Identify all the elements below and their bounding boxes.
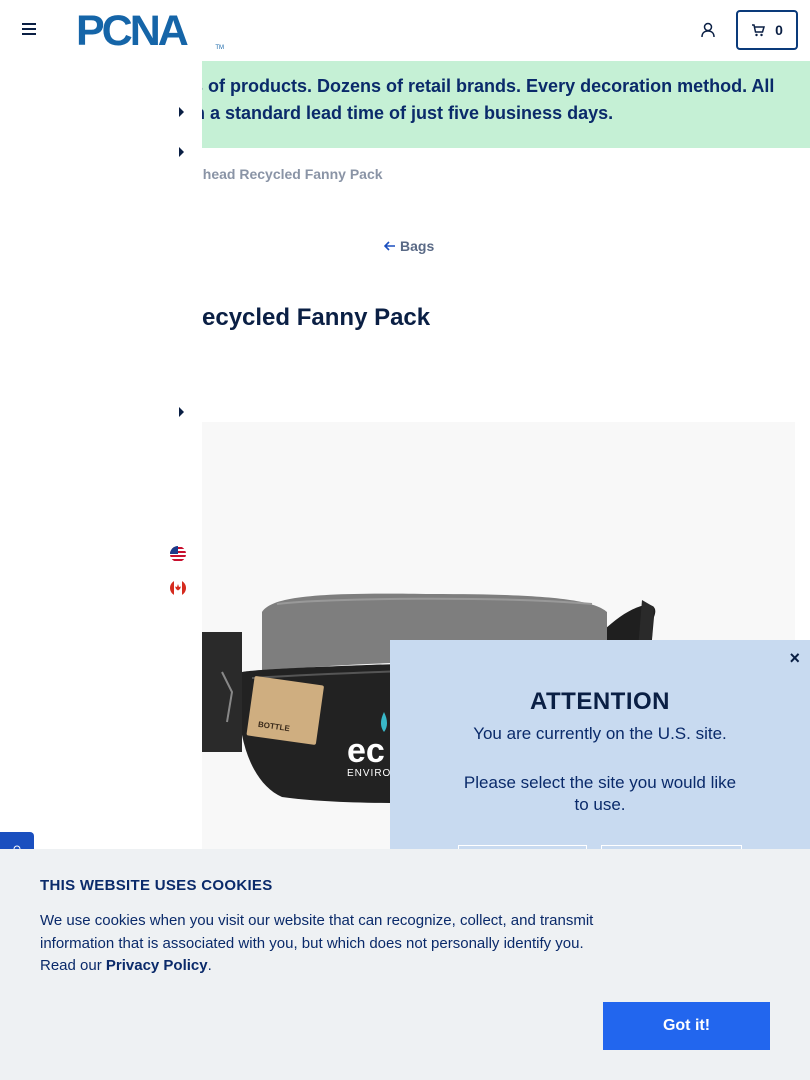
pcna-logo[interactable]: PCNA TM bbox=[76, 10, 226, 53]
back-to-bags-link[interactable]: Bags bbox=[384, 238, 434, 254]
us-flag-icon[interactable] bbox=[170, 546, 186, 562]
expand-arrow-icon[interactable] bbox=[179, 407, 184, 417]
logo-tm: TM bbox=[215, 45, 224, 51]
attention-message: You are currently on the U.S. site. bbox=[473, 724, 727, 743]
cart-icon bbox=[752, 23, 766, 36]
arrow-left-icon bbox=[384, 241, 395, 251]
site-header: PCNA TM 0 bbox=[0, 0, 810, 61]
back-link-label: Bags bbox=[400, 238, 435, 254]
menu-icon[interactable] bbox=[22, 23, 36, 37]
banner-line-2: th a standard lead time of just five bus… bbox=[188, 103, 614, 123]
bag-brand-text: ec bbox=[347, 732, 385, 770]
canada-flag-icon[interactable] bbox=[170, 580, 186, 596]
breadcrumb[interactable]: ilhead Recycled Fanny Pack bbox=[195, 166, 383, 182]
cart-count: 0 bbox=[775, 22, 783, 38]
close-icon[interactable]: × bbox=[789, 648, 800, 669]
account-icon[interactable] bbox=[700, 22, 716, 38]
attention-prompt: Please select the site you would like to… bbox=[463, 773, 737, 814]
cookie-text: We use cookies when you visit our websit… bbox=[40, 910, 610, 978]
got-it-button[interactable]: Got it! bbox=[603, 1002, 770, 1050]
banner-line-1: ls of products. Dozens of retail brands.… bbox=[188, 76, 775, 96]
cookie-banner: THIS WEBSITE USES COOKIES We use cookies… bbox=[0, 849, 810, 1080]
privacy-policy-link[interactable]: Privacy Policy bbox=[106, 957, 208, 974]
cart-button[interactable]: 0 bbox=[736, 10, 798, 50]
expand-arrow-icon[interactable] bbox=[179, 107, 184, 117]
expand-arrow-icon[interactable] bbox=[179, 147, 184, 157]
product-title: ecycled Fanny Pack bbox=[202, 304, 431, 331]
attention-title: ATTENTION bbox=[529, 688, 671, 715]
logo-text: PCNA bbox=[76, 7, 189, 55]
site-select-modal: × ATTENTION You are currently on the U.S… bbox=[390, 640, 810, 885]
cookie-suffix: . bbox=[207, 957, 212, 974]
cookie-title: THIS WEBSITE USES COOKIES bbox=[40, 877, 273, 894]
